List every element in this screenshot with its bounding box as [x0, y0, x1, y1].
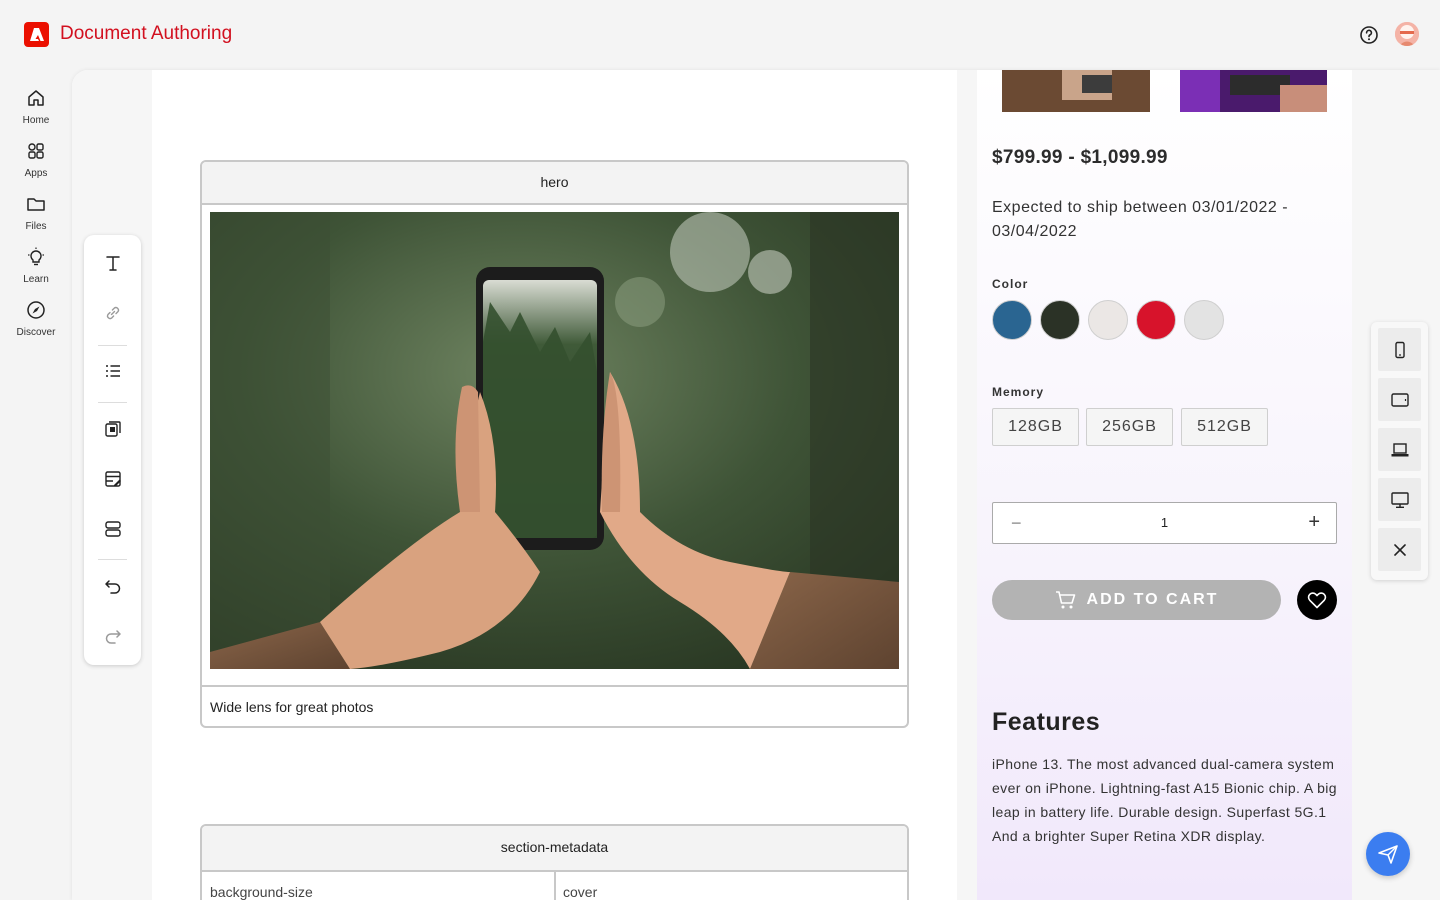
- edit-table-tool[interactable]: [84, 464, 141, 494]
- hero-image[interactable]: [210, 212, 899, 669]
- adobe-logo[interactable]: [24, 22, 49, 47]
- device-switcher: [1371, 322, 1428, 580]
- wishlist-button[interactable]: [1297, 580, 1337, 620]
- desktop-icon: [1390, 491, 1409, 508]
- send-icon: [1378, 845, 1398, 864]
- color-label: Color: [992, 277, 1029, 291]
- add-to-cart-label: ADD TO CART: [1086, 591, 1219, 608]
- rail-label-learn: Learn: [23, 274, 49, 285]
- table-row[interactable]: background-size cover: [202, 870, 907, 900]
- hero-caption[interactable]: Wide lens for great photos: [202, 685, 907, 726]
- copy-block-tool[interactable]: [84, 414, 141, 444]
- rail-item-discover[interactable]: Discover: [0, 300, 72, 338]
- rail-item-files[interactable]: Files: [0, 194, 72, 232]
- product-preview: $799.99 - $1,099.99 Expected to ship bet…: [977, 70, 1352, 900]
- section-icon: [104, 521, 121, 537]
- close-preview-button[interactable]: [1378, 528, 1421, 571]
- product-price: $799.99 - $1,099.99: [992, 147, 1168, 168]
- quantity-stepper: − 1 +: [992, 502, 1337, 544]
- rail-label-apps: Apps: [24, 168, 48, 179]
- heart-icon: [1307, 592, 1327, 609]
- apps-icon: [28, 143, 44, 159]
- hero-block-title: hero: [202, 162, 907, 205]
- increment-button[interactable]: +: [1308, 511, 1320, 534]
- text-tool[interactable]: [84, 248, 141, 278]
- metadata-key: background-size: [210, 884, 313, 900]
- memory-option-512[interactable]: 512GB: [1181, 408, 1268, 446]
- app-title[interactable]: Document Authoring: [60, 23, 232, 45]
- lightbulb-icon: [28, 247, 44, 266]
- top-bar: Document Authoring: [0, 0, 1440, 70]
- memory-option-128[interactable]: 128GB: [992, 408, 1079, 446]
- toolbar-separator: [98, 559, 127, 560]
- rail-item-learn[interactable]: Learn: [0, 247, 72, 285]
- color-swatch-silver[interactable]: [1184, 300, 1224, 340]
- features-text: iPhone 13. The most advanced dual-camera…: [992, 756, 1337, 844]
- link-tool[interactable]: [84, 298, 141, 328]
- folder-icon: [27, 198, 45, 211]
- toolbar-separator: [98, 345, 127, 346]
- color-swatch-red[interactable]: [1136, 300, 1176, 340]
- list-tool[interactable]: [84, 356, 141, 386]
- color-swatch-dark-green[interactable]: [1040, 300, 1080, 340]
- rail-item-apps[interactable]: Apps: [0, 141, 72, 179]
- compass-icon: [27, 301, 45, 319]
- laptop-icon: [1391, 442, 1408, 456]
- section-tool[interactable]: [84, 514, 141, 544]
- canvas-gutter-right: [957, 70, 977, 900]
- cart-icon: [1055, 591, 1075, 609]
- memory-option-256[interactable]: 256GB: [1086, 408, 1173, 446]
- add-to-cart-button[interactable]: ADD TO CART: [992, 580, 1281, 620]
- cell-divider: [554, 872, 556, 900]
- desktop-view-button[interactable]: [1378, 478, 1421, 521]
- phone-icon: [1394, 341, 1405, 358]
- undo-button[interactable]: [84, 571, 141, 601]
- quantity-value[interactable]: 1: [993, 515, 1336, 530]
- hero-block[interactable]: hero Wide lens for great photos: [200, 160, 909, 728]
- edit-table-icon: [104, 471, 121, 487]
- color-swatch-white[interactable]: [1088, 300, 1128, 340]
- mobile-view-button[interactable]: [1378, 328, 1421, 371]
- toolbar-separator: [98, 402, 127, 403]
- tablet-icon: [1390, 392, 1409, 407]
- tablet-view-button[interactable]: [1378, 378, 1421, 421]
- home-icon: [28, 90, 44, 106]
- undo-icon: [104, 580, 120, 594]
- metadata-value: cover: [563, 884, 598, 900]
- rail-label-files: Files: [25, 221, 47, 232]
- rail-label-discover: Discover: [16, 327, 56, 338]
- memory-label: Memory: [992, 385, 1045, 399]
- product-thumbnail[interactable]: [1002, 70, 1150, 112]
- redo-button[interactable]: [84, 621, 141, 651]
- copy-block-icon: [104, 421, 121, 437]
- shipping-estimate: Expected to ship between 03/01/2022 - 03…: [992, 199, 1289, 240]
- text-icon: [105, 256, 120, 271]
- publish-button[interactable]: [1366, 832, 1410, 876]
- list-icon: [105, 365, 120, 377]
- rail-label-home: Home: [22, 115, 50, 126]
- redo-icon: [105, 630, 121, 644]
- product-thumbnail[interactable]: [1180, 70, 1327, 112]
- user-avatar[interactable]: [1395, 22, 1419, 46]
- format-toolbar: [84, 235, 141, 665]
- section-metadata-block[interactable]: section-metadata background-size cover: [200, 824, 909, 900]
- help-icon[interactable]: [1359, 25, 1379, 45]
- close-icon: [1393, 543, 1406, 556]
- color-swatch-blue[interactable]: [992, 300, 1032, 340]
- rail-item-home[interactable]: Home: [0, 88, 72, 126]
- laptop-view-button[interactable]: [1378, 428, 1421, 471]
- link-icon: [106, 306, 119, 320]
- features-heading: Features: [992, 708, 1101, 736]
- section-metadata-title: section-metadata: [202, 826, 907, 870]
